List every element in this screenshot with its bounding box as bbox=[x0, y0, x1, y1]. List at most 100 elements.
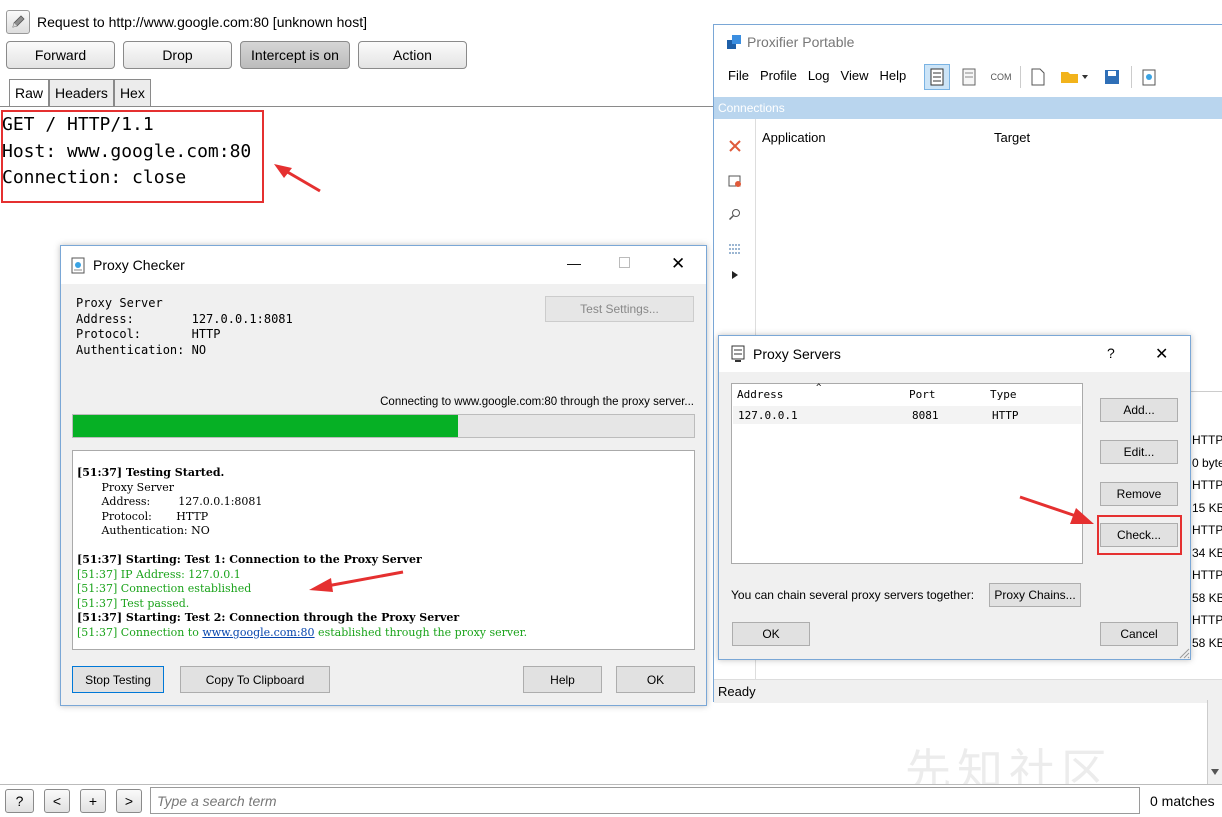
log-line: [51:37] Test passed. bbox=[77, 596, 190, 610]
progress-fill bbox=[73, 415, 459, 437]
forward-button[interactable]: Forward bbox=[6, 41, 115, 69]
progress-label: Connecting to www.google.com:80 through … bbox=[380, 396, 694, 408]
check-highlight-box bbox=[1097, 515, 1182, 555]
proxifier-menubar: File Profile Log View Help bbox=[728, 68, 917, 83]
toolbar-separator bbox=[1020, 66, 1021, 88]
rules-tool-icon[interactable] bbox=[956, 64, 982, 90]
proxy-checker-title: Proxy Checker bbox=[93, 257, 185, 273]
search-bar: ? < + > Type a search term 0 matches bbox=[0, 784, 1222, 817]
search-input[interactable]: Type a search term bbox=[150, 787, 1140, 814]
menu-help[interactable]: Help bbox=[879, 68, 906, 83]
request-title: Request to http://www.google.com:80 [unk… bbox=[6, 9, 367, 35]
column-address[interactable]: Address bbox=[737, 388, 783, 401]
ok-button[interactable]: OK bbox=[732, 622, 810, 646]
action-button[interactable]: Action bbox=[358, 41, 467, 69]
save-profile-tool-icon[interactable] bbox=[1099, 64, 1125, 90]
proxy-checker-dialog: Proxy Checker — ✕ Proxy Server Address: 1… bbox=[60, 245, 707, 706]
remove-button[interactable]: Remove bbox=[1100, 482, 1178, 506]
chain-description: You can chain several proxy servers toge… bbox=[731, 588, 975, 602]
help-button[interactable]: ? bbox=[5, 789, 34, 813]
proxy-servers-titlebar: Proxy Servers ? ✕ bbox=[719, 336, 1190, 372]
screenshot-stage: Request to http://www.google.com:80 [unk… bbox=[0, 0, 1222, 817]
list-view-icon[interactable] bbox=[725, 239, 745, 259]
screen-icon[interactable] bbox=[725, 171, 745, 191]
info-heading: Proxy Server bbox=[76, 296, 163, 310]
expand-arrow-icon[interactable] bbox=[725, 265, 745, 285]
tab-hex[interactable]: Hex bbox=[113, 79, 151, 106]
cancel-button[interactable]: Cancel bbox=[1100, 622, 1178, 646]
column-application[interactable]: Application bbox=[762, 130, 826, 145]
column-type[interactable]: Type bbox=[990, 388, 1017, 401]
help-icon[interactable]: ? bbox=[1107, 345, 1115, 361]
log-line: Address: 127.0.0.1:8081 bbox=[77, 495, 263, 508]
editor-scrollbar[interactable] bbox=[1207, 700, 1222, 784]
log-line: [51:37] Testing Started. bbox=[77, 466, 225, 479]
open-profile-tool-icon[interactable] bbox=[1057, 64, 1093, 90]
ok-button[interactable]: OK bbox=[616, 666, 695, 693]
partial-cell: HTTP bbox=[1192, 568, 1222, 582]
proxifier-logo-icon bbox=[726, 34, 742, 50]
menu-view[interactable]: View bbox=[841, 68, 869, 83]
proxifier-title-text: Proxifier Portable bbox=[747, 34, 855, 50]
help-button[interactable]: Help bbox=[523, 666, 602, 693]
find-icon[interactable] bbox=[725, 205, 745, 225]
toolbar-separator bbox=[1131, 66, 1132, 88]
status-bar: Ready bbox=[714, 679, 1222, 703]
log-line: Authentication: NO bbox=[77, 524, 210, 537]
connections-header: Connections bbox=[714, 97, 1222, 119]
proxy-server-list[interactable]: Address ^ Port Type 127.0.0.1 8081 HTTP bbox=[731, 383, 1083, 564]
test-settings-button[interactable]: Test Settings... bbox=[545, 296, 694, 322]
log-line: [51:37] Starting: Test 2: Connection thr… bbox=[77, 611, 460, 624]
add-button[interactable]: Add... bbox=[1100, 398, 1178, 422]
proxy-checker-tool-icon[interactable] bbox=[1136, 64, 1162, 90]
test-log[interactable]: [51:37] Testing Started. Proxy Server Ad… bbox=[72, 450, 695, 650]
connections-columns: Application Target bbox=[756, 125, 1222, 147]
menu-profile[interactable]: Profile bbox=[760, 68, 797, 83]
proxy-servers-tool-icon[interactable] bbox=[924, 64, 950, 90]
proxy-checker-icon bbox=[71, 256, 87, 274]
tab-headers[interactable]: Headers bbox=[49, 79, 114, 106]
log-line: [51:37] Starting: Test 1: Connection to … bbox=[77, 553, 422, 566]
sort-ascending-icon: ^ bbox=[816, 383, 822, 393]
proxy-chains-button[interactable]: Proxy Chains... bbox=[989, 583, 1081, 607]
drop-button[interactable]: Drop bbox=[123, 41, 232, 69]
maximize-icon[interactable] bbox=[619, 257, 630, 268]
minimize-icon[interactable]: — bbox=[567, 255, 581, 271]
log-text: [51:37] Connection to bbox=[77, 625, 203, 639]
test-progress-bar bbox=[72, 414, 695, 438]
close-icon[interactable]: ✕ bbox=[671, 254, 685, 274]
pencil-icon[interactable] bbox=[6, 10, 30, 34]
message-tabs: Raw Headers Hex bbox=[9, 79, 151, 106]
row-type: HTTP bbox=[992, 409, 1019, 422]
edit-button[interactable]: Edit... bbox=[1100, 440, 1178, 464]
close-connection-icon[interactable] bbox=[725, 136, 745, 156]
info-address: Address: 127.0.0.1:8081 bbox=[76, 311, 293, 326]
partial-cell: HTTP bbox=[1192, 433, 1222, 447]
previous-match-button[interactable]: < bbox=[44, 789, 70, 813]
copy-to-clipboard-button[interactable]: Copy To Clipboard bbox=[180, 666, 330, 693]
menu-log[interactable]: Log bbox=[808, 68, 830, 83]
request-arrow-icon bbox=[274, 164, 321, 193]
next-match-button[interactable]: > bbox=[116, 789, 142, 813]
tab-raw[interactable]: Raw bbox=[9, 79, 50, 106]
stop-testing-button[interactable]: Stop Testing bbox=[72, 666, 164, 693]
partial-cell: 15 KB bbox=[1192, 501, 1222, 515]
column-target[interactable]: Target bbox=[994, 130, 1030, 145]
scroll-down-icon[interactable] bbox=[1211, 768, 1219, 776]
table-row[interactable]: 127.0.0.1 8081 HTTP bbox=[733, 406, 1081, 424]
name-resolution-tool-icon[interactable]: COM bbox=[988, 64, 1014, 90]
new-profile-tool-icon[interactable] bbox=[1025, 64, 1051, 90]
close-icon[interactable]: ✕ bbox=[1155, 344, 1168, 364]
row-port: 8081 bbox=[912, 409, 939, 422]
column-port[interactable]: Port bbox=[909, 388, 936, 401]
intercept-toggle-button[interactable]: Intercept is on bbox=[240, 41, 350, 69]
request-highlight-box bbox=[1, 110, 264, 203]
check-arrow-icon bbox=[1019, 495, 1094, 524]
partial-cell: 34 KB bbox=[1192, 546, 1222, 560]
partial-cell: HTTP bbox=[1192, 523, 1222, 537]
log-link[interactable]: www.google.com:80 bbox=[202, 626, 314, 639]
search-options-button[interactable]: + bbox=[80, 789, 106, 813]
resize-grip-icon[interactable] bbox=[1178, 647, 1190, 659]
log-line: Protocol: HTTP bbox=[77, 509, 209, 523]
menu-file[interactable]: File bbox=[728, 68, 749, 83]
